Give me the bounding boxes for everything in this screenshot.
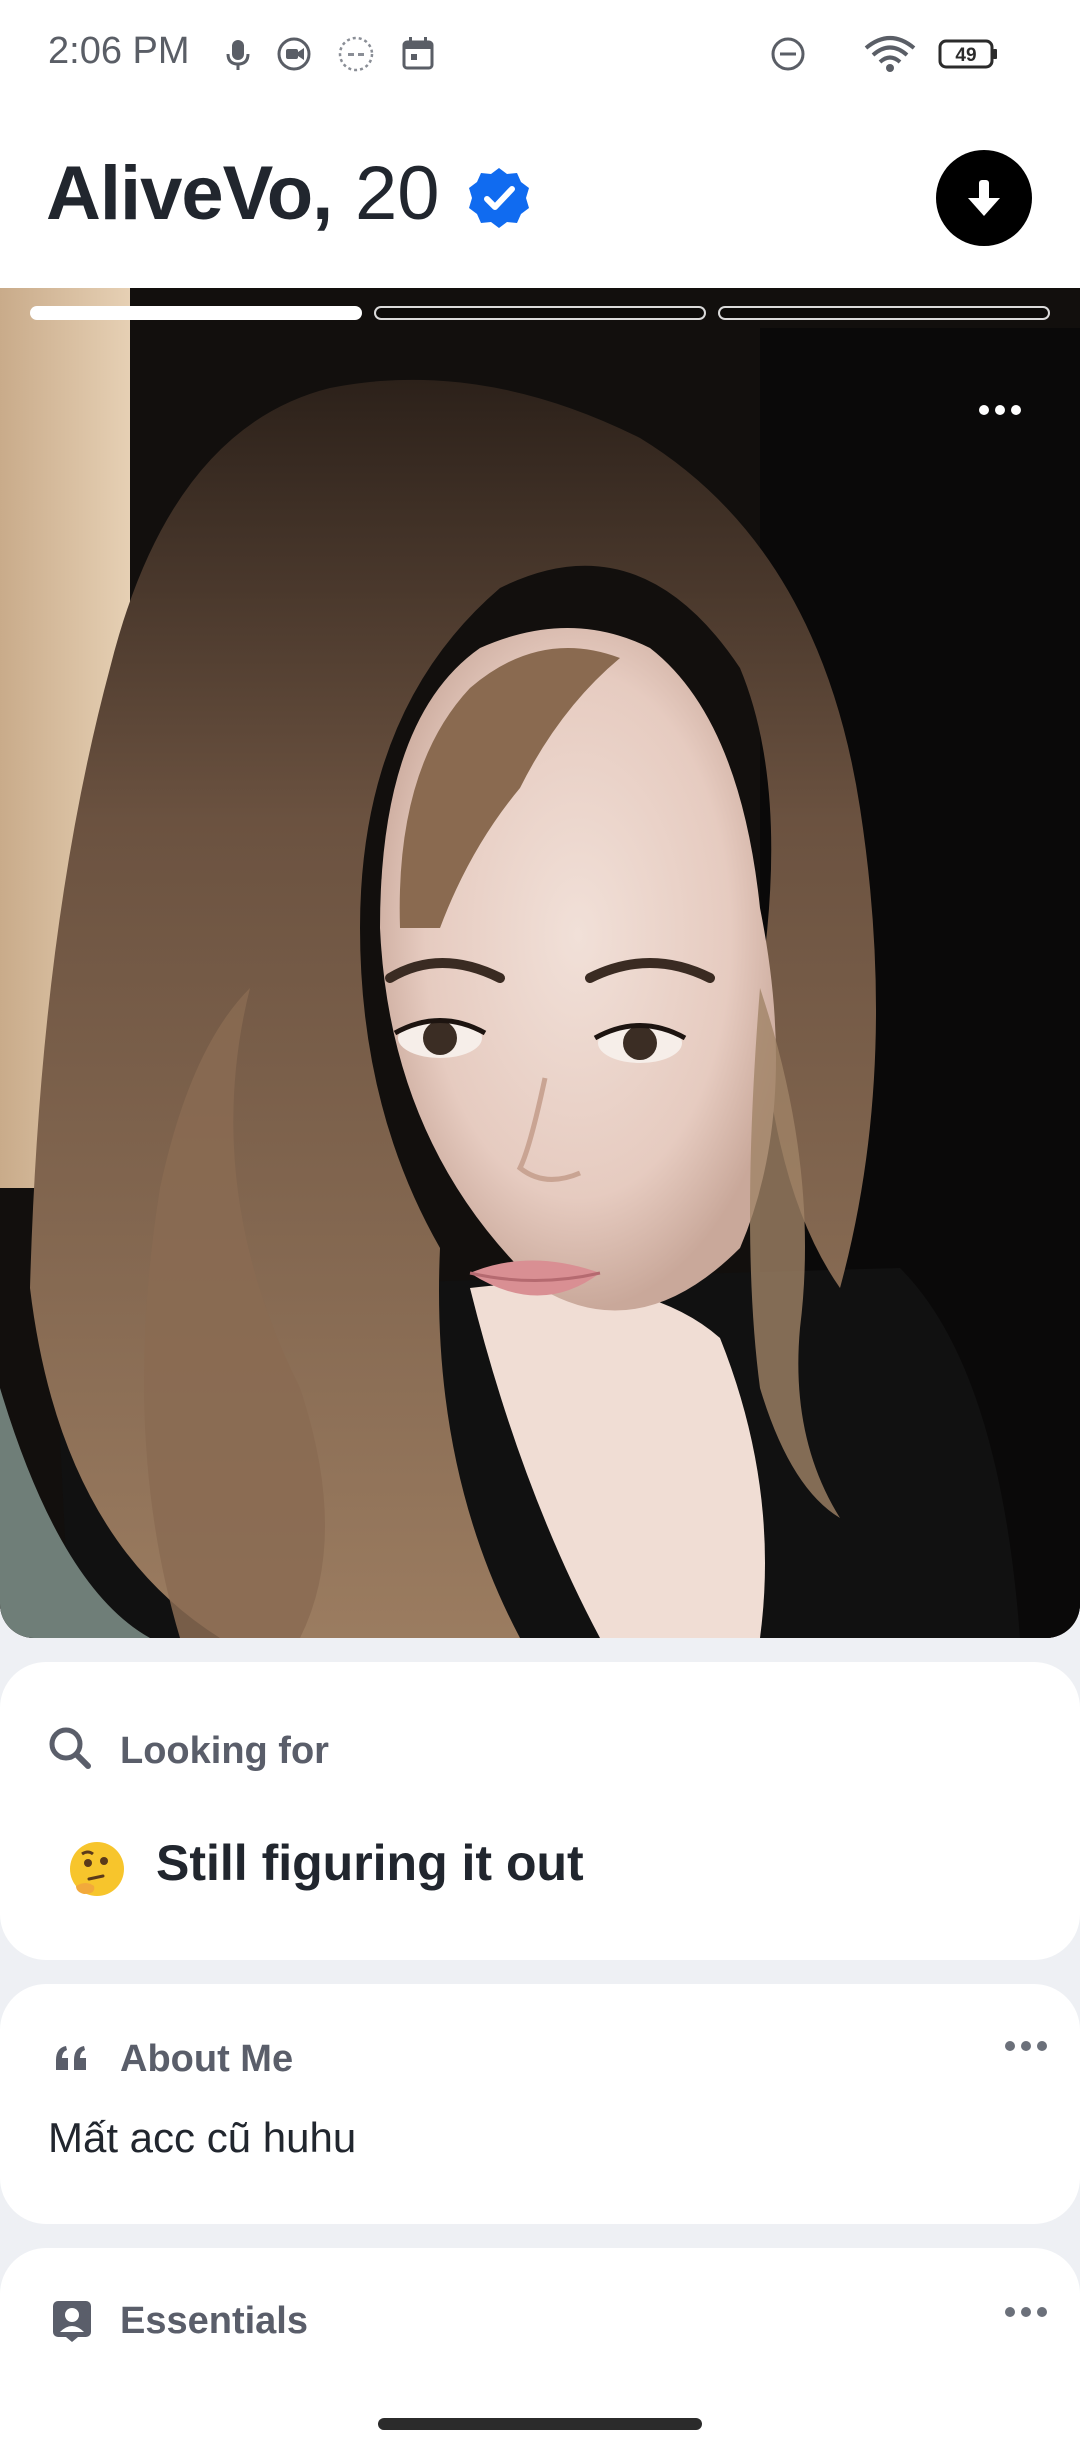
battery-level: 49 xyxy=(955,45,976,66)
looking-for-value: Still figuring it out xyxy=(156,1835,584,1891)
status-bar: 2:06 PM 49 xyxy=(0,0,1080,110)
profile-photo[interactable] xyxy=(0,288,1080,1638)
arrow-down-icon xyxy=(968,180,1000,216)
about-me-title: About Me xyxy=(120,2038,294,2080)
more-horizontal-icon xyxy=(1005,2307,1047,2317)
about-more-options-button[interactable] xyxy=(1003,2036,1049,2056)
essentials-more-options-button[interactable] xyxy=(1003,2302,1049,2322)
battery-icon: 49 xyxy=(938,34,998,74)
looking-for-card: Looking for Still figuring it out xyxy=(0,1662,1080,1960)
profile-badge-icon xyxy=(50,2298,94,2342)
video-call-icon xyxy=(274,34,314,74)
about-me-text: Mất acc cũ huhu xyxy=(48,2114,357,2161)
profile-name: AliveVo, xyxy=(46,151,333,236)
wifi-icon xyxy=(862,34,918,74)
microphone-icon xyxy=(218,34,258,74)
essentials-title: Essentials xyxy=(120,2300,308,2342)
looking-for-title: Looking for xyxy=(120,1730,329,1772)
status-time: 2:06 PM xyxy=(48,30,190,72)
placeholder-circle-icon xyxy=(336,34,376,74)
collapse-profile-button[interactable] xyxy=(936,150,1032,246)
do-not-disturb-icon xyxy=(768,34,808,74)
more-horizontal-icon xyxy=(1005,2041,1047,2051)
profile-age: 20 xyxy=(355,151,440,236)
verified-badge-icon[interactable] xyxy=(466,165,532,231)
search-icon xyxy=(46,1724,94,1772)
about-me-card: About Me Mất acc cũ huhu xyxy=(0,1984,1080,2224)
photo-progress-segment-2 xyxy=(374,306,706,320)
photo-progress-segment-1 xyxy=(30,306,362,320)
more-horizontal-icon xyxy=(979,405,1021,415)
thinking-face-icon xyxy=(70,1842,124,1896)
home-indicator[interactable] xyxy=(378,2418,702,2430)
profile-header: AliveVo, 20 xyxy=(0,110,1080,288)
quote-icon xyxy=(52,2038,92,2078)
photo-progress-segment-3 xyxy=(718,306,1050,320)
photo-more-options-button[interactable] xyxy=(976,398,1024,422)
calendar-icon xyxy=(398,34,438,74)
